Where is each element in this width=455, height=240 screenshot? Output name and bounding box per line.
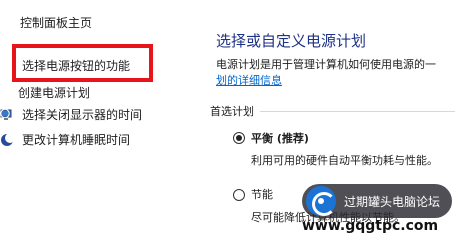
radio-balanced[interactable]	[233, 132, 245, 144]
description: 电源计划是用于管理计算机如何使用电源的一 划的详细信息	[216, 57, 455, 89]
description-text: 电源计划是用于管理计算机如何使用电源的一	[216, 58, 436, 71]
watermark-badge: 过期罐头电脑论坛	[302, 184, 452, 218]
moon-icon	[0, 132, 15, 147]
nav-item-create-power-plan[interactable]: 创建电源计划	[18, 84, 90, 101]
plan-name-power-saver[interactable]: 节能	[251, 186, 273, 202]
nav-item-display-off-time[interactable]: 选择关闭显示器的时间	[0, 106, 142, 123]
nav-item-sleep-time[interactable]: 更改计算机睡眠时间	[0, 131, 130, 148]
section-divider	[260, 111, 455, 112]
details-link[interactable]: 划的详细信息	[216, 74, 282, 87]
forum-logo-icon	[306, 186, 336, 216]
navigation-pane: 控制面板主页 选择电源按钮的功能 创建电源计划 选择关闭显示器的时间 更改计算机…	[0, 0, 196, 240]
plan-name-balanced[interactable]: 平衡 (推荐)	[251, 130, 309, 146]
page-title: 选择或自定义电源计划	[216, 32, 367, 50]
nav-item-label: 更改计算机睡眠时间	[22, 133, 131, 147]
control-panel-home-link[interactable]: 控制面板主页	[20, 14, 92, 31]
watermark-url: www.gqgtpc.com	[302, 218, 439, 234]
nav-item-label: 选择关闭显示器的时间	[22, 108, 143, 122]
section-heading: 首选计划	[210, 105, 254, 118]
radio-power-saver[interactable]	[233, 189, 245, 201]
display-icon	[0, 108, 14, 122]
watermark-text: 过期罐头电脑论坛	[344, 194, 441, 209]
plan-desc-balanced: 利用可用的硬件自动平衡功耗与性能。	[251, 154, 438, 167]
highlight-box	[12, 44, 153, 82]
